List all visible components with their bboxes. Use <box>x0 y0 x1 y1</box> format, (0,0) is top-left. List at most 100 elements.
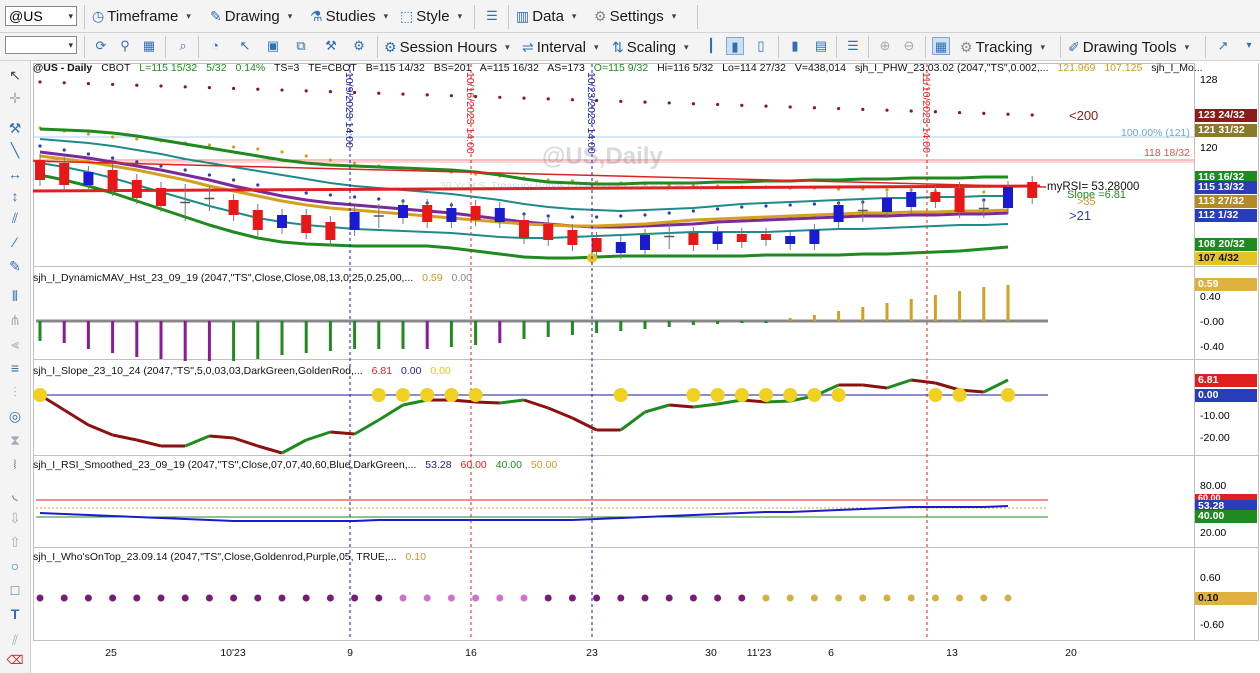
ruler-icon[interactable]: ⫽ <box>6 631 24 649</box>
ma200-dot <box>861 107 865 111</box>
grid-icon[interactable]: ▦ <box>140 37 158 55</box>
chevron-down-icon: ▾ <box>671 10 677 21</box>
scaling-menu[interactable]: ⇅ Scaling ▾ <box>612 36 688 58</box>
channel-icon[interactable]: ⫽ <box>6 209 24 227</box>
drawing-menu[interactable]: ✎ Drawing ▾ <box>210 5 292 27</box>
bar-chart-icon[interactable]: ┃ <box>702 37 720 55</box>
volume-value: V=438,014 <box>794 62 846 74</box>
cycle-lines-icon[interactable]: ⧘ <box>6 455 24 473</box>
ma200-dot <box>522 96 526 100</box>
fib-fan-icon[interactable]: ⫶ <box>6 383 24 401</box>
data-window-icon[interactable]: ▦ <box>932 37 950 55</box>
wrench-icon[interactable]: ⚒ <box>322 37 340 55</box>
symbol-info-line: @US - Daily CBOT L=115 15/32 5/32 0.14% … <box>33 62 1209 74</box>
ma200-dot <box>764 104 768 108</box>
drawing-tools-label: Drawing Tools <box>1082 38 1177 56</box>
cursor-icon[interactable]: ↖ <box>236 37 254 55</box>
ma200-dot <box>788 105 792 109</box>
fib-retracement-icon[interactable]: ≡ <box>6 359 24 377</box>
text-icon[interactable]: T <box>6 605 24 623</box>
refresh-icon[interactable]: ⟳ <box>92 37 110 55</box>
trendline-icon[interactable]: ╲ <box>6 141 24 159</box>
data-menu[interactable]: ▥ Data ▾ <box>516 5 576 27</box>
arrow-down-icon[interactable]: ⇩ <box>6 509 24 527</box>
interval-menu[interactable]: ⇌ Interval ▾ <box>522 36 598 58</box>
slope-zero-dot <box>710 388 725 402</box>
toolbar-divider <box>84 5 85 29</box>
hollow-candle-icon[interactable]: ▯ <box>752 37 770 55</box>
ma200-dot <box>280 88 284 92</box>
trend-icon[interactable]: ↗ <box>1214 37 1232 55</box>
symbol-input[interactable]: @US ▾ <box>5 6 77 26</box>
gear-chart-icon[interactable]: ⚙ <box>350 37 368 55</box>
whos-on-top-dot <box>1004 594 1012 602</box>
crosshair-icon[interactable]: ✛ <box>6 89 24 107</box>
whos-on-top-dot <box>302 594 310 602</box>
gann-icon[interactable]: ⦀ <box>6 287 24 305</box>
slope-zero-dot <box>807 388 822 402</box>
bars-stack-icon[interactable]: ▤ <box>812 37 830 55</box>
arrow-up-icon[interactable]: ⇧ <box>6 533 24 551</box>
zoom-out-icon[interactable]: ⊖ <box>900 37 918 55</box>
study3-tick-1: 80.00 <box>1200 480 1227 492</box>
wrench-icon[interactable]: ⚒ <box>6 119 24 137</box>
tracking-menu[interactable]: ⚙ Tracking ▾ <box>960 36 1045 58</box>
fib-circle-icon[interactable]: ◎ <box>6 407 24 425</box>
zoom-window-icon[interactable]: ⌕ <box>174 37 192 55</box>
ma21-dot <box>691 209 696 213</box>
whos-on-top-dot <box>157 594 165 602</box>
chart-line-icon[interactable]: ⧉ <box>292 37 310 55</box>
ma21-dot <box>643 213 647 217</box>
gauge-icon[interactable]: ◔ <box>206 37 224 55</box>
price-label-lower-fib: 107 4/32 <box>1195 252 1257 265</box>
ma21-dot <box>740 205 744 209</box>
session-hours-menu[interactable]: ⚙ Session Hours ▾ <box>384 36 510 58</box>
arc-icon[interactable]: ◟ <box>6 485 24 503</box>
whos-on-top-dot <box>84 594 92 602</box>
gold-dot <box>885 188 889 192</box>
fib-arc-icon[interactable]: ⧗ <box>6 431 24 449</box>
studies-menu[interactable]: ⚗ Studies ▾ <box>310 5 388 27</box>
pointer-icon[interactable]: ↖ <box>6 66 24 84</box>
candle-body <box>930 192 941 202</box>
date-marker-label: 10/16/2023 14:00 <box>464 72 476 154</box>
settings-menu[interactable]: ⚙ Settings ▾ <box>594 5 676 27</box>
ma21-dot <box>256 183 260 187</box>
study-name: sjh_I_PHW_23.03.02 (2047,"TS",0.002,... <box>854 62 1049 74</box>
image-icon[interactable]: ▣ <box>264 37 282 55</box>
ma21-dot <box>232 178 236 182</box>
rectangle-icon[interactable]: □ <box>6 581 24 599</box>
exchange: CBOT <box>101 62 131 74</box>
whos-on-top-dot <box>447 594 455 602</box>
timeframe-label: Timeframe <box>107 7 179 25</box>
whos-on-top-dot <box>714 594 722 602</box>
split-view-icon[interactable]: ☰ <box>844 37 862 55</box>
ma200-dot <box>38 80 42 84</box>
link-icon[interactable]: ⚲ <box>116 37 134 55</box>
speed-lines-icon[interactable]: ⫷ <box>6 335 24 353</box>
pencil-icon[interactable]: ✎ <box>6 257 24 275</box>
candlestick-icon[interactable]: ▮ <box>726 37 744 55</box>
ellipse-icon[interactable]: ○ <box>6 557 24 575</box>
whos-on-top-dot <box>326 594 334 602</box>
andrews-icon[interactable]: ⋔ <box>6 311 24 329</box>
timeframe-menu[interactable]: ◷ Timeframe ▾ <box>92 5 191 27</box>
toolbar-divider <box>508 5 509 29</box>
ma21-dot <box>207 173 211 177</box>
ray-icon[interactable]: ⁄ <box>6 233 24 251</box>
delete-drawings-icon[interactable]: ⌫ <box>6 651 24 669</box>
drawing-tools-sidebar: ↖ ✛ ⚒ ╲ ↔ ↕ ⫽ ⁄ ✎ ⦀ ⋔ ⫷ ≡ ⫶ ◎ ⧗ ⧘ ◟ ⇩ ⇧ … <box>0 61 31 673</box>
candle-body <box>954 188 965 212</box>
style-menu[interactable]: ⬚ Style ▾ <box>400 5 462 27</box>
volume-bars-icon[interactable]: ▮ <box>786 37 804 55</box>
whos-on-top-dot <box>980 594 988 602</box>
layout-icon[interactable]: ☰ <box>483 7 501 25</box>
chevron-down-icon: ▾ <box>457 10 463 21</box>
zoom-in-icon[interactable]: ⊕ <box>876 37 894 55</box>
toolbar-expand-icon[interactable]: ▾ <box>1240 37 1258 55</box>
interval-input[interactable]: ▾ <box>5 36 77 54</box>
vertical-line-icon[interactable]: ↕ <box>6 187 24 205</box>
drawing-tools-menu[interactable]: ✐ Drawing Tools ▾ <box>1068 36 1189 58</box>
study1-value-label: 0.59 <box>1195 278 1257 291</box>
horizontal-line-icon[interactable]: ↔ <box>6 165 24 183</box>
